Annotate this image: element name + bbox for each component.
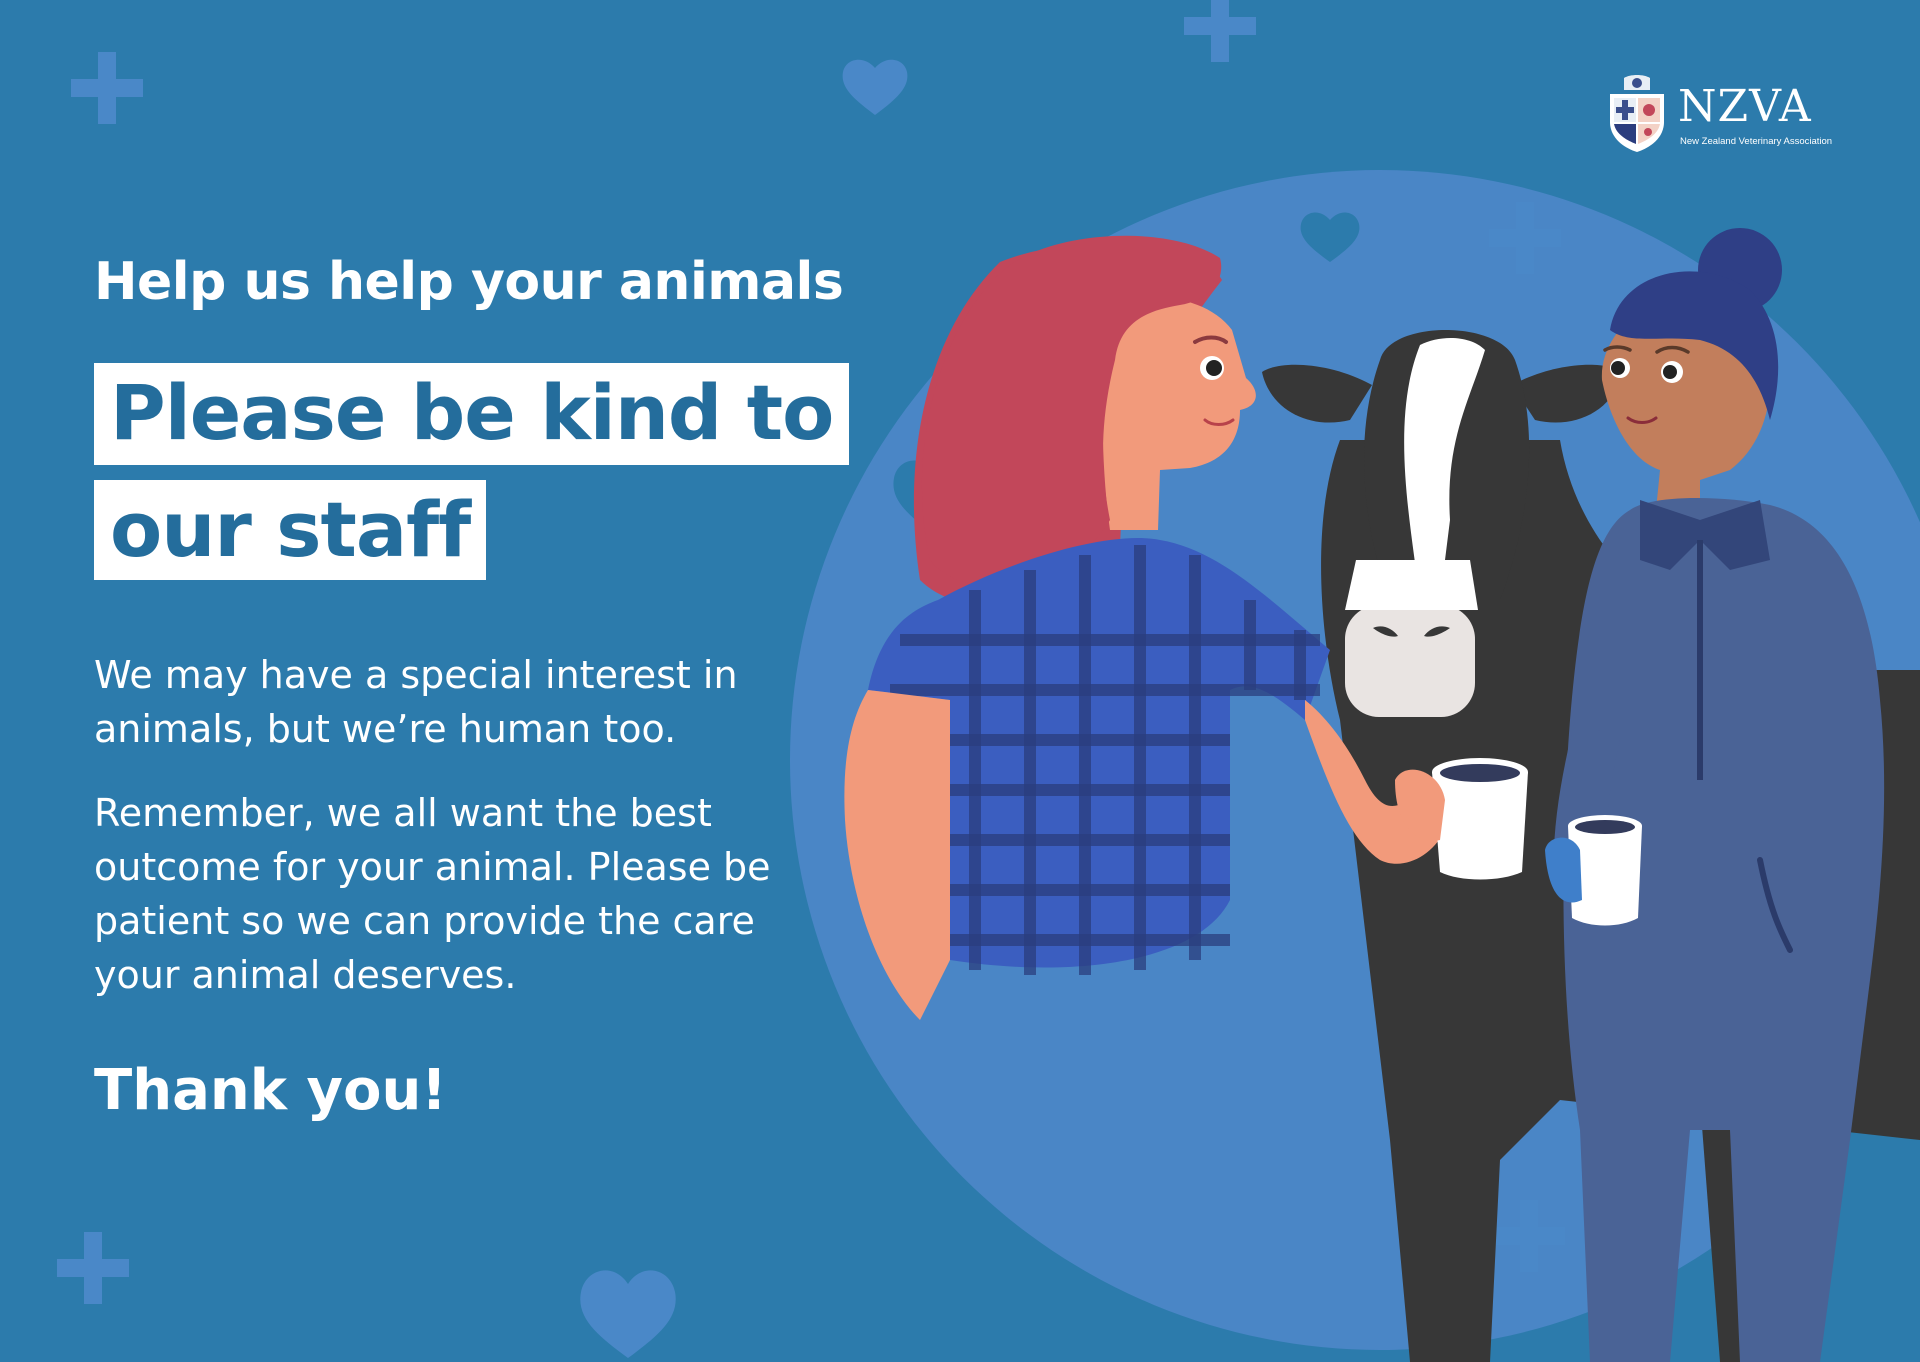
kicker-heading: Help us help your animals: [94, 252, 844, 312]
logo-wordmark: NZVA: [1678, 81, 1812, 132]
paragraph-intro: We may have a special interest in animal…: [94, 653, 738, 751]
poster: Help us help your animals Please be kind…: [0, 0, 1920, 1362]
closing-text: Thank you!: [94, 1058, 447, 1123]
paragraph-body: Remember, we all want the best outcome f…: [94, 791, 771, 997]
crest-icon: [1610, 75, 1664, 152]
plus-icon: [1184, 0, 1256, 62]
heart-icon: [842, 59, 908, 115]
headline-line-2: our staff: [94, 480, 487, 580]
heart-icon: [580, 1270, 676, 1358]
plus-icon: [57, 1232, 129, 1304]
headline-line-1: Please be kind to: [94, 363, 850, 465]
plus-icon: [71, 52, 143, 124]
nzva-logo: NZVA New Zealand Veterinary Association: [1604, 72, 1834, 152]
logo-tagline: New Zealand Veterinary Association: [1680, 136, 1833, 147]
